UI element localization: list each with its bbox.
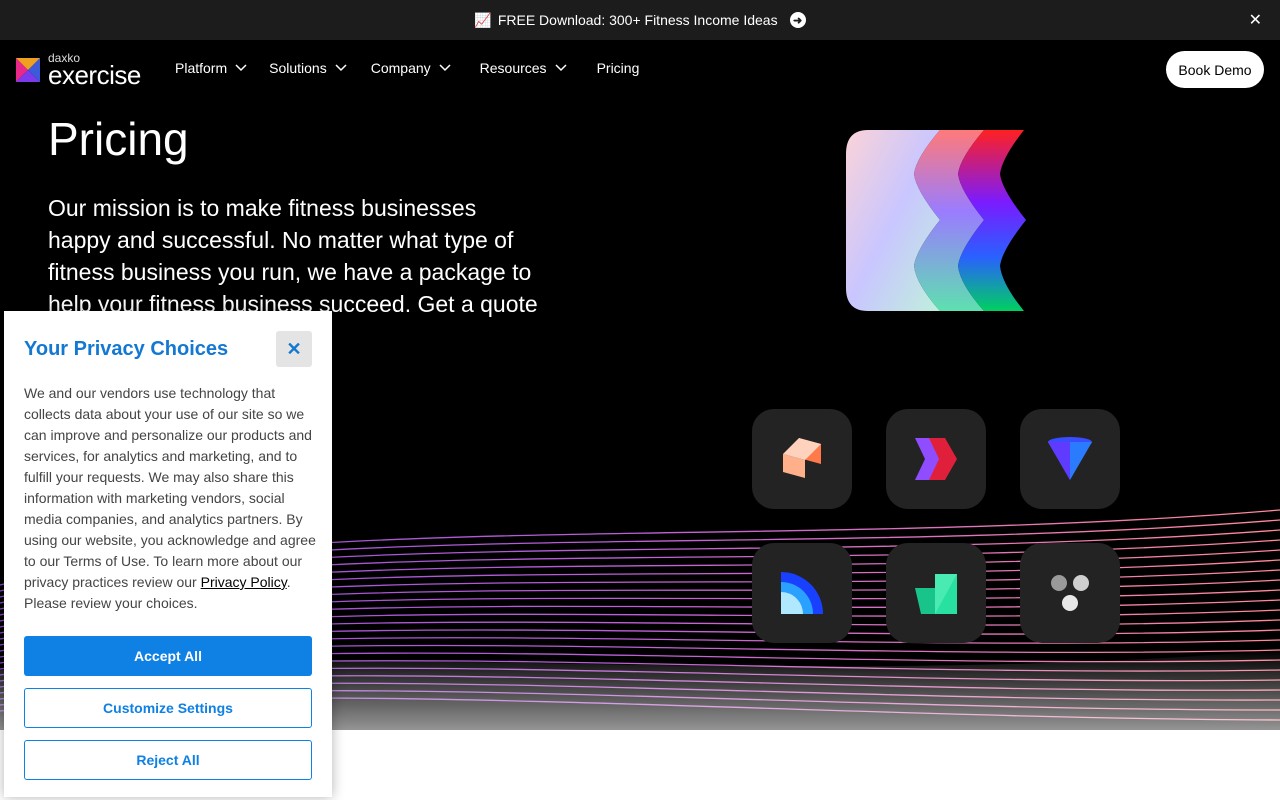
chevron-arrows-icon [915,438,957,480]
nav-item-label: Resources [479,60,547,76]
app-tile-dots[interactable] [1020,543,1120,643]
customize-settings-button[interactable]: Customize Settings [24,688,312,728]
logo[interactable]: daxko exercise [16,52,141,88]
nav-item-label: Pricing [596,60,640,76]
app-tile-chevrons[interactable] [886,409,986,509]
close-icon[interactable]: ✕ [276,331,312,367]
nav-item-platform[interactable]: Platform [175,60,247,76]
logo-text-big: exercise [48,60,141,90]
nav-item-resources[interactable]: Resources [480,60,567,76]
announcement-bar[interactable]: 📈 FREE Download: 300+ Fitness Income Ide… [0,0,1280,40]
page-title: Pricing [48,113,189,165]
app-tile-green-bars[interactable] [886,543,986,643]
logo-text: daxko exercise [48,52,141,88]
arrow-right-icon[interactable]: ➜ [789,12,806,28]
privacy-dialog-title: Your Privacy Choices [24,338,229,360]
announcement-text[interactable]: FREE Download: 300+ Fitness Income Ideas [498,12,778,28]
nav-item-label: Company [370,60,431,76]
exercise-brand-mark-icon [846,130,1026,311]
reject-all-button[interactable]: Reject All [24,740,312,780]
green-bars-icon [915,574,957,614]
nav-item-pricing[interactable]: Pricing [597,60,640,76]
blue-arcs-icon [781,572,823,614]
chevron-down-icon [235,64,247,72]
privacy-dialog-body: We and our vendors use technology that c… [24,383,316,614]
nav-items: Platform Solutions Company Resources Pri… [175,60,639,76]
three-dots-icon [1051,575,1089,611]
nav-item-label: Platform [175,60,228,76]
main-nav: daxko exercise Platform Solutions Compan… [0,40,1280,98]
privacy-dialog: Your Privacy Choices ✕ We and our vendor… [4,311,332,797]
privacy-policy-link[interactable]: Privacy Policy [201,574,287,590]
orange-blocks-icon [783,438,821,478]
funnel-cone-icon [1048,437,1092,480]
app-tile-funnel[interactable] [1020,409,1120,509]
close-icon[interactable]: ✕ [1249,10,1262,30]
chevron-down-icon [439,64,451,72]
chevron-down-icon [555,64,567,72]
chart-emoji-icon: 📈 [474,11,492,28]
privacy-body-text: We and our vendors use technology that c… [24,385,316,590]
nav-item-company[interactable]: Company [371,60,451,76]
chevron-down-icon [335,64,347,72]
accept-all-button[interactable]: Accept All [24,636,312,676]
nav-item-solutions[interactable]: Solutions [269,60,347,76]
app-tile-arcs[interactable] [752,543,852,643]
book-demo-button[interactable]: Book Demo [1166,51,1264,88]
daxko-logo-icon [16,58,40,82]
app-tile-blocks[interactable] [752,409,852,509]
hero-description: Our mission is to make fitness businesse… [48,195,538,317]
nav-item-label: Solutions [269,60,327,76]
